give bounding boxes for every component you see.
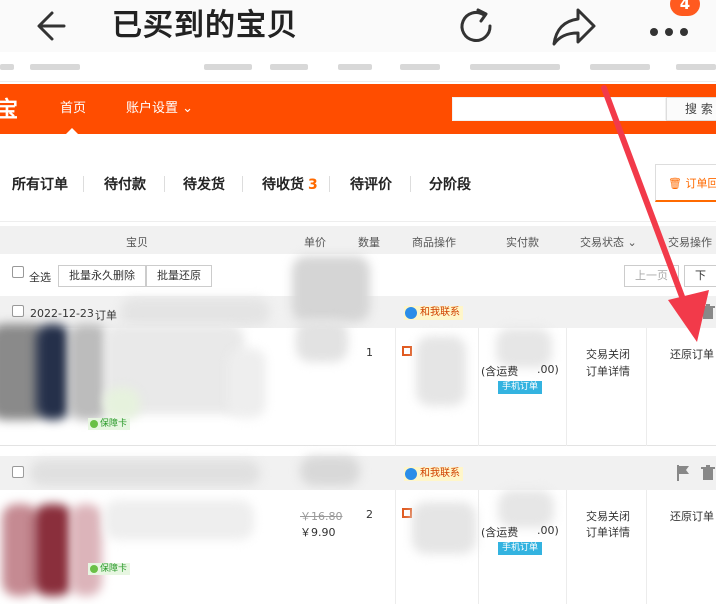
order-date: 2022-12-23 <box>30 307 94 320</box>
flag-icon[interactable] <box>676 465 690 481</box>
select-all-label: 全选 <box>29 271 51 284</box>
restore-order-link[interactable]: 还原订单 <box>670 508 714 524</box>
search-button[interactable]: 搜 索 <box>666 97 716 121</box>
order-detail-link[interactable]: 订单详情 <box>586 363 630 379</box>
bulk-restore-button[interactable]: 批量还原 <box>146 265 212 287</box>
search-input[interactable] <box>452 97 666 121</box>
refresh-icon[interactable] <box>454 4 500 50</box>
bulk-delete-forever-button[interactable]: 批量永久删除 <box>58 265 146 287</box>
tab-installment[interactable]: 分阶段 <box>429 174 471 194</box>
top-link-strip <box>0 52 716 82</box>
order-item-row: 1 (含运费 .00) 手机订单 交易关闭 订单详情 还原订单 保障卡 <box>0 320 716 446</box>
col-item: 宝贝 <box>126 236 148 249</box>
order-tabs: 所有订单 待付款 待发货 待收货 3 待评价 分阶段 <box>0 134 716 222</box>
order-header: 2022-12-23 订单 和我联系 <box>0 256 716 328</box>
snapshot-icon[interactable] <box>402 508 412 518</box>
order-header: 和我联系 <box>0 456 716 490</box>
page-title: 已买到的宝贝 <box>112 8 298 43</box>
col-unit-price: 单价 <box>304 236 326 249</box>
notification-badge: 4 <box>670 0 700 16</box>
order-recycle-bin-tab[interactable]: 🗑 订单回收站 <box>655 164 716 202</box>
shipping-note: (含运费 <box>481 365 519 378</box>
mobile-order-badge: 手机订单 <box>498 542 543 555</box>
contact-seller-button[interactable]: 和我联系 <box>404 467 463 481</box>
nav-account-settings[interactable]: 账户设置 ⌄ <box>126 84 193 134</box>
original-price: ￥16.80 <box>300 510 343 523</box>
pending-receipt-count: 3 <box>308 177 318 193</box>
order-checkbox[interactable] <box>12 305 24 317</box>
order-number-label: 订单 <box>95 309 117 322</box>
guarantee-card-badge: 保障卡 <box>88 418 131 430</box>
item-quantity: 1 <box>366 346 373 359</box>
select-all-checkbox[interactable] <box>12 266 24 278</box>
back-arrow-icon[interactable] <box>34 6 74 46</box>
next-page-button[interactable]: 下一页 <box>684 265 716 322</box>
tab-all-orders[interactable]: 所有订单 <box>12 174 68 194</box>
shipping-price: .00) <box>537 363 559 376</box>
tab-pending-receipt[interactable]: 待收货 3 <box>262 174 318 194</box>
site-nav: 宝 首页 账户设置 ⌄ 搜 索 <box>0 84 716 134</box>
col-paid: 实付款 <box>506 236 539 249</box>
restore-order-link[interactable]: 还原订单 <box>670 346 714 362</box>
trade-status: 交易关闭 <box>586 510 630 523</box>
col-trade-status[interactable]: 交易状态 ⌄ <box>580 234 637 250</box>
app-header: 已买到的宝贝 4 <box>0 0 716 52</box>
unit-price: ￥9.90 <box>300 526 336 539</box>
snapshot-icon[interactable] <box>402 346 412 356</box>
table-header: 宝贝 单价 数量 商品操作 实付款 交易状态 ⌄ 交易操作 <box>0 226 716 254</box>
shipping-note: (含运费 <box>481 526 519 539</box>
col-item-actions: 商品操作 <box>412 236 456 249</box>
site-logo[interactable]: 宝 <box>0 92 18 124</box>
tab-pending-payment[interactable]: 待付款 <box>104 174 146 194</box>
delete-order-icon[interactable] <box>700 465 716 481</box>
nav-home[interactable]: 首页 <box>60 84 86 134</box>
col-quantity: 数量 <box>358 236 380 249</box>
trade-status: 交易关闭 <box>586 348 630 361</box>
more-icon[interactable] <box>646 14 692 44</box>
share-icon[interactable] <box>550 4 598 50</box>
guarantee-card-badge: 保障卡 <box>88 563 131 575</box>
delete-order-icon[interactable] <box>700 304 716 320</box>
order-checkbox[interactable] <box>12 466 24 478</box>
col-trade-actions: 交易操作 <box>668 236 712 249</box>
item-quantity: 2 <box>366 508 373 521</box>
contact-seller-button[interactable]: 和我联系 <box>404 306 463 320</box>
mobile-order-badge: 手机订单 <box>498 381 543 394</box>
prev-page-button[interactable]: 上一页 <box>624 265 679 287</box>
tab-pending-shipment[interactable]: 待发货 <box>183 174 225 194</box>
shipping-price: .00) <box>537 524 559 537</box>
tab-pending-review[interactable]: 待评价 <box>350 174 392 194</box>
order-detail-link[interactable]: 订单详情 <box>586 524 630 540</box>
trash-icon: 🗑 <box>668 177 682 190</box>
order-item-row: ￥16.80 ￥9.90 2 (含运费 .00) 手机订单 交易关闭 订单详情 … <box>0 490 716 604</box>
